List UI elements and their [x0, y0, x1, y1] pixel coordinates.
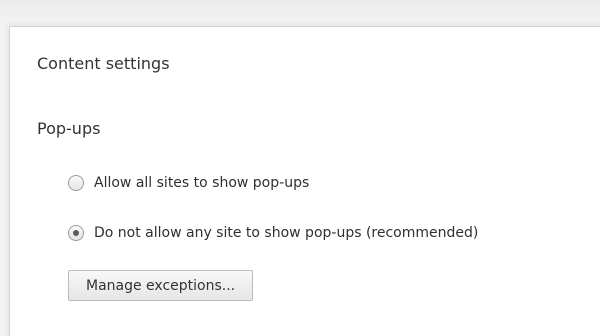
block-popups-label: Do not allow any site to show pop-ups (r…	[94, 225, 479, 241]
block-popups-radio[interactable]	[68, 225, 84, 241]
allow-popups-option[interactable]: Allow all sites to show pop-ups	[68, 173, 309, 193]
allow-popups-label: Allow all sites to show pop-ups	[94, 175, 310, 191]
content-settings-dialog: Content settings Pop-ups Allow all sites…	[9, 26, 600, 336]
manage-exceptions-button[interactable]: Manage exceptions...	[68, 270, 254, 301]
dialog-title: Content settings	[37, 54, 170, 73]
allow-popups-radio[interactable]	[68, 175, 84, 191]
block-popups-option[interactable]: Do not allow any site to show pop-ups (r…	[68, 223, 478, 243]
popups-section-title: Pop-ups	[37, 119, 101, 138]
